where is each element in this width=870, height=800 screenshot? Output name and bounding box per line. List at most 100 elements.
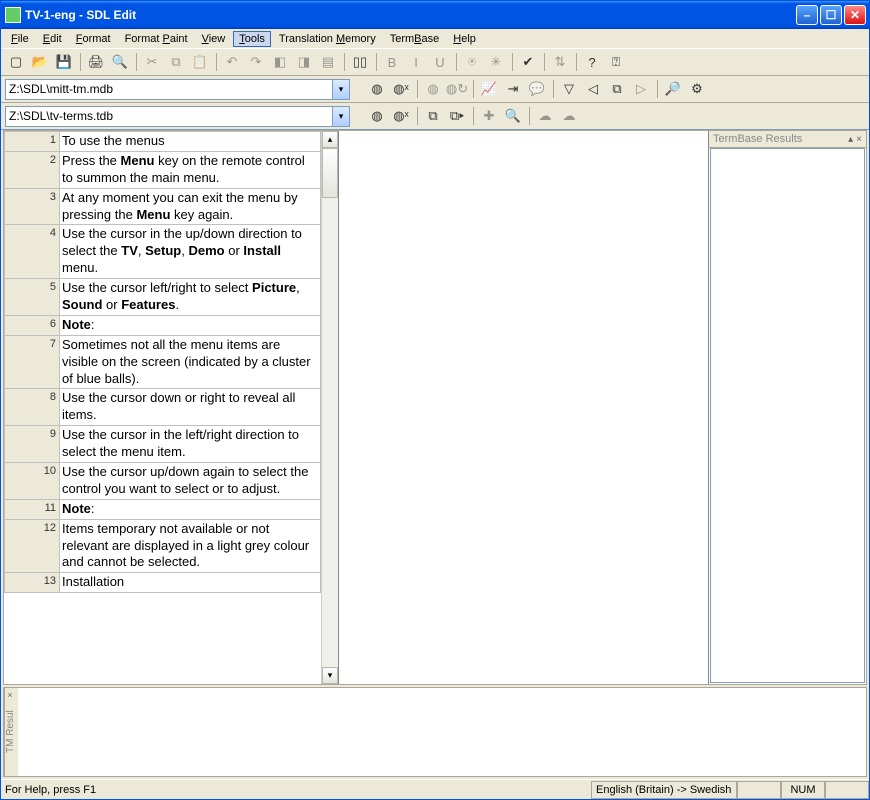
tb-copy-icon[interactable]: ⧉ [422,105,444,127]
separator [133,51,139,73]
tm-path-input[interactable] [6,80,332,99]
context-help-icon[interactable]: ⍰ [605,51,627,73]
tm-update-icon: ◍↻ [446,78,468,100]
save-icon[interactable]: 💾 [53,51,75,73]
tb-cloud2-icon: ☁ [558,105,580,127]
table-row[interactable]: 11Note: [5,499,321,519]
segment-text[interactable]: Use the cursor down or right to reveal a… [60,389,321,426]
segment-text[interactable]: Items temporary not available or not rel… [60,519,321,573]
table-row[interactable]: 10Use the cursor up/down again to select… [5,463,321,500]
segment-text[interactable]: Sometimes not all the menu items are vis… [60,335,321,389]
segment-table: 1To use the menus2Press the Menu key on … [4,131,321,593]
separator [573,51,579,73]
dropdown-icon[interactable]: ▾ [332,80,349,99]
underline-icon: U [429,51,451,73]
termbase-panel-header: TermBase Results ▴ × [709,131,866,148]
table-row[interactable]: 1To use the menus [5,132,321,152]
panel-close-icon[interactable]: × [856,134,862,145]
tm-open-icon[interactable]: ◍ [366,78,388,100]
spell-icon[interactable]: ✔ [517,51,539,73]
menu-help[interactable]: Help [447,31,482,47]
tb-close-icon[interactable]: ◍ˣ [390,105,412,127]
tm-results-body [18,688,866,776]
preview-icon[interactable]: 🔍 [109,51,131,73]
scroll-thumb[interactable] [322,148,338,198]
menu-format-paint[interactable]: Format Paint [119,31,194,47]
window-title: TV-1-eng - SDL Edit [25,8,136,22]
scrollbar[interactable]: ▴ ▾ [321,131,338,684]
menu-view[interactable]: View [196,31,232,47]
paste-icon: 📋 [189,51,211,73]
copy-src-icon[interactable]: ⧉ [606,78,628,100]
segment-number: 12 [5,519,60,573]
target-column[interactable] [339,131,709,684]
help-icon[interactable]: ? [581,51,603,73]
pin-icon[interactable]: ▴ [848,134,853,145]
redo-icon: ↷ [245,51,267,73]
menu-termbase[interactable]: TermBase [384,31,446,47]
print-icon[interactable]: 🖨 [85,51,107,73]
segment-text[interactable]: Use the cursor in the up/down direction … [60,225,321,279]
tm-results-tab[interactable]: TM Resul × [4,688,18,776]
segment-text[interactable]: Note: [60,315,321,335]
table-row[interactable]: 6Note: [5,315,321,335]
scroll-up-icon[interactable]: ▴ [322,131,338,148]
segment-number: 4 [5,225,60,279]
table-row[interactable]: 5Use the cursor left/right to select Pic… [5,279,321,316]
tb-path-input[interactable] [6,107,332,126]
mark3-icon: ▤ [317,51,339,73]
dropdown-icon[interactable]: ▾ [332,107,349,126]
table-row[interactable]: 13Installation [5,573,321,593]
tm-results-label: TM Resul [5,711,16,754]
apply-icon[interactable]: ⇥ [502,78,524,100]
table-row[interactable]: 3At any moment you can exit the menu by … [5,188,321,225]
tm-panel-close-icon[interactable]: × [5,690,15,700]
table-row[interactable]: 12Items temporary not available or not r… [5,519,321,573]
app-icon [5,7,21,23]
separator [414,78,420,100]
tm-path-dropdown[interactable]: ▾ [5,79,350,100]
menu-translation-memory[interactable]: Translation Memory [273,31,382,47]
open-icon[interactable]: 📂 [29,51,51,73]
segment-text[interactable]: Use the cursor in the left/right directi… [60,426,321,463]
table-row[interactable]: 9Use the cursor in the left/right direct… [5,426,321,463]
mark2-icon: ◨ [293,51,315,73]
analyse-icon[interactable]: 📈 [478,78,500,100]
segment-text[interactable]: Note: [60,499,321,519]
status-language: English (Britain) -> Swedish [591,781,737,799]
separator [341,51,347,73]
menu-file[interactable]: File [5,31,35,47]
bold-icon: B [381,51,403,73]
search-icon[interactable]: 🔎 [662,78,684,100]
tb-open-icon[interactable]: ◍ [366,105,388,127]
table-row[interactable]: 2Press the Menu key on the remote contro… [5,151,321,188]
segment-text[interactable]: Use the cursor left/right to select Pict… [60,279,321,316]
status-empty1 [737,781,781,799]
tb-search-icon[interactable]: 🔍 [502,105,524,127]
filter-icon[interactable]: ▽ [558,78,580,100]
separator [470,78,476,100]
settings-icon[interactable]: ⚙ [686,78,708,100]
table-row[interactable]: 8Use the cursor down or right to reveal … [5,389,321,426]
table-row[interactable]: 4Use the cursor in the up/down direction… [5,225,321,279]
segment-text[interactable]: Use the cursor up/down again to select t… [60,463,321,500]
tb-path-dropdown[interactable]: ▾ [5,106,350,127]
tm-lookup-icon: ◍ [422,78,444,100]
new-icon[interactable]: ▢ [5,51,27,73]
table-row[interactable]: 7Sometimes not all the menu items are vi… [5,335,321,389]
segment-text[interactable]: To use the menus [60,132,321,152]
segment-text[interactable]: Press the Menu key on the remote control… [60,151,321,188]
prev-icon[interactable]: ◁ [582,78,604,100]
tb-paste-icon[interactable]: ⧉▸ [446,105,468,127]
scroll-down-icon[interactable]: ▾ [322,667,338,684]
maximize-button[interactable]: ☐ [820,5,842,25]
tm-close-icon[interactable]: ◍ˣ [390,78,412,100]
menu-format[interactable]: Format [70,31,117,47]
segment-text[interactable]: Installation [60,573,321,593]
menu-tools[interactable]: Tools [233,31,271,47]
close-button[interactable]: ✕ [844,5,866,25]
minimize-button[interactable]: – [796,5,818,25]
book-icon[interactable]: ▯▯ [349,51,371,73]
segment-text[interactable]: At any moment you can exit the menu by p… [60,188,321,225]
menu-edit[interactable]: Edit [37,31,68,47]
